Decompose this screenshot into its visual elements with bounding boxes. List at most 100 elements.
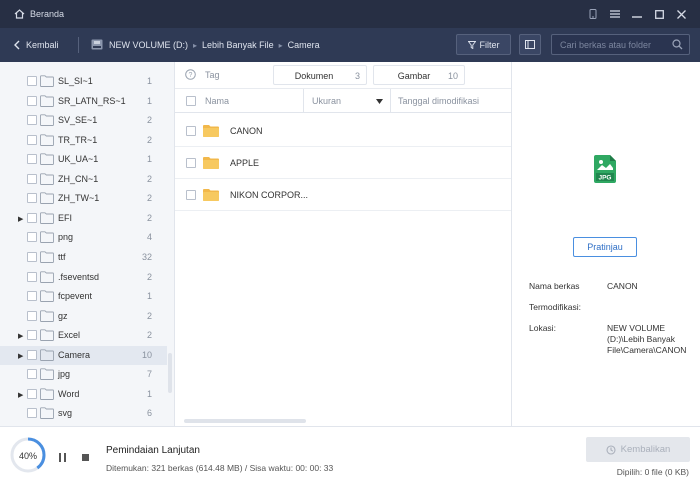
folder-icon [40, 173, 54, 187]
sidebar-item[interactable]: ▶ Excel 2 [0, 326, 167, 345]
sidebar-item-count: 2 [146, 134, 152, 145]
search-box [551, 34, 690, 55]
question-icon[interactable]: ? [185, 69, 196, 82]
sidebar-item-count: 2 [146, 330, 152, 341]
maximize-icon[interactable] [648, 9, 670, 19]
table-header: Nama Ukuran Tanggal dimodifikasi [175, 89, 511, 113]
expand-arrow-icon[interactable]: ▶ [18, 391, 23, 399]
sidebar-item[interactable]: gz 2 [0, 307, 167, 326]
horizontal-scrollbar[interactable] [184, 419, 306, 423]
column-divider[interactable] [303, 89, 304, 113]
meta-location-key: Lokasi: [529, 323, 556, 333]
tree-checkbox[interactable] [27, 232, 37, 243]
sort-down-icon[interactable] [376, 99, 383, 104]
sidebar-item[interactable]: SL_SI~1 1 [0, 72, 167, 91]
tree-checkbox[interactable] [27, 330, 37, 341]
tag-images-label: Gambar [397, 71, 431, 81]
sidebar-item[interactable]: ▶ EFI 2 [0, 209, 167, 228]
breadcrumb-current[interactable]: Camera [288, 40, 320, 50]
sidebar-item[interactable]: jpg 7 [0, 365, 167, 384]
column-size[interactable]: Ukuran [312, 96, 341, 106]
sidebar-item[interactable]: ▶ Camera 10 [0, 345, 167, 365]
table-row[interactable]: NIKON CORPOR... [175, 179, 511, 211]
tree-checkbox[interactable] [27, 154, 37, 165]
folder-icon [40, 133, 54, 148]
tree-checkbox[interactable] [27, 408, 37, 419]
folder-icon [40, 231, 54, 245]
sidebar-item[interactable]: ZH_TW~1 2 [0, 189, 167, 208]
sidebar-item-label: EFI [58, 212, 73, 223]
expand-arrow-icon[interactable]: ▶ [18, 215, 23, 223]
tree-checkbox[interactable] [27, 291, 37, 302]
column-date-modified[interactable]: Tanggal dimodifikasi [398, 96, 479, 106]
sidebar-item-label: SR_LATN_RS~1 [58, 95, 126, 106]
sidebar-item[interactable]: fcpevent 1 [0, 287, 167, 306]
sidebar-item-count: 6 [146, 408, 152, 419]
folder-icon [40, 251, 54, 265]
panel-toggle-button[interactable] [519, 34, 541, 55]
folder-tree: SL_SI~1 1 SR_LATN_RS~1 1 SV_SE~1 2 TR_TR~1 2 UK_… [0, 62, 175, 426]
breadcrumb-folder[interactable]: Lebih Banyak File [202, 40, 274, 50]
search-input[interactable] [552, 35, 670, 54]
sidebar-scrollbar[interactable] [168, 353, 172, 393]
expand-arrow-icon[interactable]: ▶ [18, 332, 23, 340]
tree-checkbox[interactable] [27, 212, 37, 223]
sidebar-item[interactable]: UK_UA~1 1 [0, 150, 167, 169]
tree-checkbox[interactable] [27, 95, 37, 106]
sidebar-item[interactable]: ttf 32 [0, 248, 167, 267]
tree-checkbox[interactable] [27, 369, 37, 380]
close-icon[interactable] [670, 9, 692, 19]
table-row[interactable]: CANON [175, 115, 511, 147]
preview-button[interactable]: Pratinjau [573, 237, 637, 257]
sidebar-item[interactable]: svg 6 [0, 404, 167, 423]
breadcrumb-drive[interactable]: NEW VOLUME (D:) [109, 40, 188, 50]
preview-pane: JPG Pratinjau Nama berkas CANON Termodif… [511, 89, 700, 426]
row-checkbox[interactable] [186, 190, 196, 200]
tag-documents-button[interactable]: Dokumen 3 [273, 65, 367, 85]
home-link[interactable]: Beranda [0, 9, 64, 19]
search-icon[interactable] [672, 39, 683, 52]
sidebar-item[interactable]: ▶ Word 1 [0, 385, 167, 404]
recover-icon [606, 444, 616, 455]
column-divider[interactable] [390, 89, 391, 113]
phone-icon[interactable] [582, 9, 604, 19]
tree-checkbox[interactable] [27, 310, 37, 321]
row-checkbox[interactable] [186, 126, 196, 136]
tree-checkbox[interactable] [27, 388, 37, 399]
pause-icon[interactable] [59, 453, 66, 462]
folder-icon [203, 189, 219, 201]
tree-checkbox[interactable] [27, 115, 37, 126]
minimize-icon[interactable] [626, 10, 648, 18]
sidebar-item[interactable]: SR_LATN_RS~1 1 [0, 92, 167, 111]
row-checkbox[interactable] [186, 158, 196, 168]
tree-checkbox[interactable] [27, 76, 37, 86]
sidebar-item[interactable]: .fseventsd 2 [0, 268, 167, 287]
scan-status: Ditemukan: 321 berkas (614.48 MB) / Sisa… [106, 463, 334, 473]
svg-text:?: ? [189, 72, 193, 79]
select-all-checkbox[interactable] [186, 96, 196, 106]
sidebar-item[interactable]: png 4 [0, 228, 167, 247]
sidebar-item-label: .fseventsd [58, 271, 100, 282]
tree-checkbox[interactable] [27, 193, 37, 204]
folder-icon [40, 388, 54, 402]
row-name: APPLE [230, 158, 260, 168]
sidebar-item[interactable]: TR_TR~1 2 [0, 131, 167, 150]
expand-arrow-icon[interactable]: ▶ [18, 352, 23, 360]
tag-images-button[interactable]: Gambar 10 [373, 65, 465, 85]
table-row[interactable]: APPLE [175, 147, 511, 179]
tree-checkbox[interactable] [27, 349, 37, 360]
sidebar-item[interactable]: ZH_CN~1 2 [0, 170, 167, 189]
sidebar-item[interactable]: SV_SE~1 2 [0, 111, 167, 130]
back-button[interactable]: Kembali [0, 40, 78, 50]
recover-button[interactable]: Kembalikan [586, 437, 690, 462]
menu-icon[interactable] [604, 10, 626, 18]
sidebar-item-label: svg [58, 408, 73, 419]
tree-checkbox[interactable] [27, 134, 37, 145]
tree-checkbox[interactable] [27, 271, 37, 282]
tree-checkbox[interactable] [27, 173, 37, 184]
stop-icon[interactable] [82, 454, 89, 461]
filter-button[interactable]: Filter [456, 34, 511, 55]
column-name[interactable]: Nama [205, 96, 229, 106]
sidebar-item-count: 2 [146, 310, 152, 321]
tree-checkbox[interactable] [27, 251, 37, 262]
